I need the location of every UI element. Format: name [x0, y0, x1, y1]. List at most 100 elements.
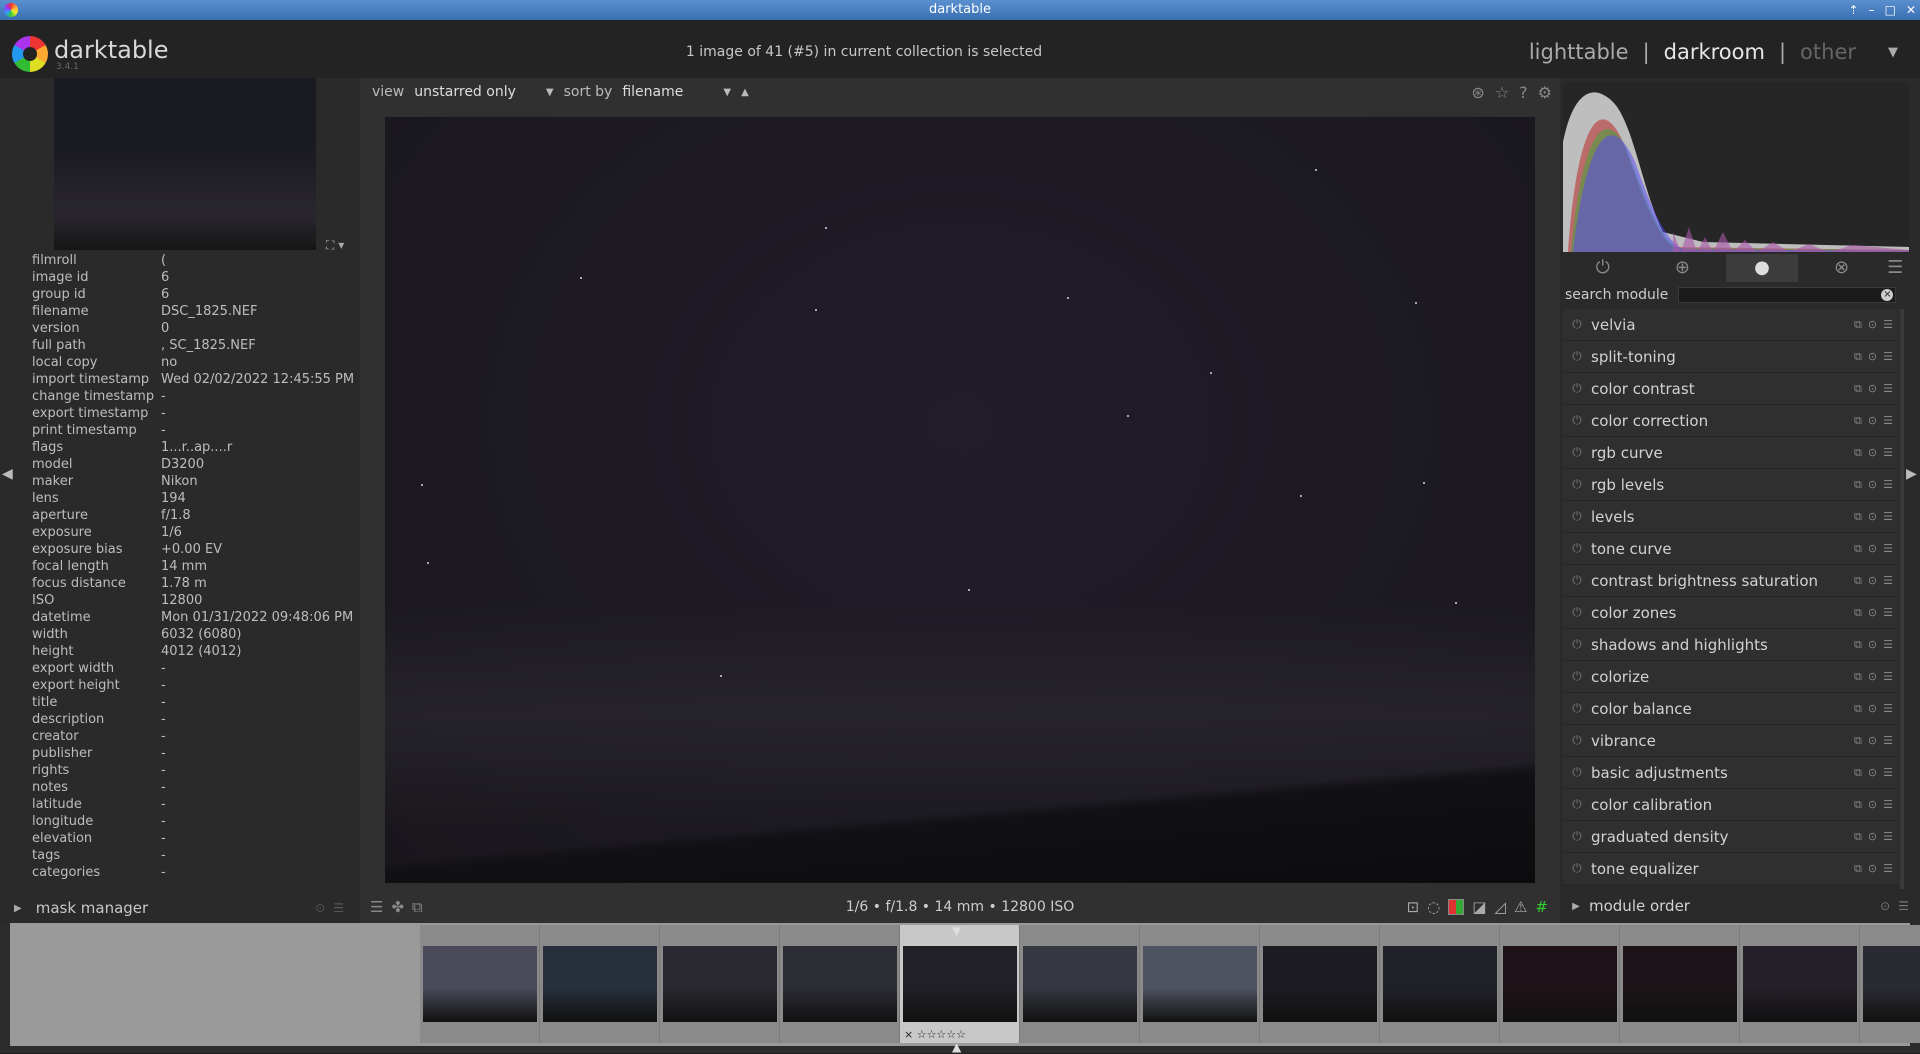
- module-vibrance[interactable]: ⏻vibrance⧉⊙☰: [1563, 725, 1899, 757]
- multi-instance-icon[interactable]: ⧉: [1854, 734, 1862, 748]
- reset-icon[interactable]: ⊙: [1868, 510, 1877, 524]
- filmstrip-thumbnail[interactable]: [660, 925, 780, 1043]
- multi-instance-icon[interactable]: ⧉: [1854, 414, 1862, 428]
- reset-icon[interactable]: ⊙: [1868, 830, 1877, 844]
- multi-instance-icon[interactable]: ⧉: [1854, 702, 1862, 716]
- filmstrip-thumbnail[interactable]: × ☆☆☆☆☆: [900, 925, 1020, 1043]
- presets-icon[interactable]: ☰: [1883, 766, 1893, 780]
- power-icon[interactable]: ⏻: [1563, 605, 1591, 620]
- search-module-input[interactable]: ×: [1678, 287, 1896, 303]
- filmstrip-thumbnail[interactable]: [1500, 925, 1620, 1043]
- view-lighttable[interactable]: lighttable: [1529, 40, 1629, 64]
- multi-instance-icon[interactable]: ⧉: [1854, 318, 1862, 332]
- module-color-correction[interactable]: ⏻color correction⧉⊙☰: [1563, 405, 1899, 437]
- presets-icon[interactable]: ☰: [1883, 382, 1893, 396]
- guides-icon[interactable]: #: [1535, 898, 1548, 916]
- clipping-icon[interactable]: ◌: [1427, 898, 1440, 916]
- module-rgb-curve[interactable]: ⏻rgb curve⧉⊙☰: [1563, 437, 1899, 469]
- filmstrip-thumbnail[interactable]: [1020, 925, 1140, 1043]
- dropdown-icon[interactable]: ▼: [546, 87, 554, 98]
- styles-icon[interactable]: ✤: [391, 898, 404, 916]
- gamut-check-icon[interactable]: ◿: [1494, 898, 1506, 916]
- module-rgb-levels[interactable]: ⏻rgb levels⧉⊙☰: [1563, 469, 1899, 501]
- power-icon[interactable]: ⏻: [1563, 541, 1591, 556]
- module-split-toning[interactable]: ⏻split-toning⧉⊙☰: [1563, 341, 1899, 373]
- reset-icon[interactable]: ⊙: [1868, 638, 1877, 652]
- reset-icon[interactable]: ⊙: [1868, 478, 1877, 492]
- presets-icon[interactable]: ☰: [1883, 798, 1893, 812]
- presets-icon[interactable]: ☰: [1883, 318, 1893, 332]
- power-icon[interactable]: ⏻: [1563, 637, 1591, 652]
- module-tone-curve[interactable]: ⏻tone curve⧉⊙☰: [1563, 533, 1899, 565]
- presets-icon[interactable]: ☰: [1883, 702, 1893, 716]
- multi-instance-icon[interactable]: ⧉: [1854, 350, 1862, 364]
- sort-order-icon[interactable]: ▲: [741, 87, 749, 98]
- presets-icon[interactable]: ☰: [1883, 542, 1893, 556]
- filmstrip-thumbnail[interactable]: [1620, 925, 1740, 1043]
- view-darkroom[interactable]: darkroom: [1664, 40, 1765, 64]
- reset-icon[interactable]: ⊙: [1868, 318, 1877, 332]
- module-basic-adjustments[interactable]: ⏻basic adjustments⧉⊙☰: [1563, 757, 1899, 789]
- multi-instance-icon[interactable]: ⧉: [1854, 382, 1862, 396]
- power-icon[interactable]: ⏻: [1563, 861, 1591, 876]
- reset-icon[interactable]: ⊙: [1868, 414, 1877, 428]
- second-window-icon[interactable]: ⧉: [412, 898, 423, 916]
- dropdown-icon[interactable]: ▼: [723, 87, 731, 98]
- multi-instance-icon[interactable]: ⧉: [1854, 670, 1862, 684]
- module-color-contrast[interactable]: ⏻color contrast⧉⊙☰: [1563, 373, 1899, 405]
- view-other[interactable]: other: [1800, 40, 1856, 64]
- power-icon[interactable]: ⏻: [1563, 733, 1591, 748]
- sort-select[interactable]: filename: [622, 84, 683, 100]
- multi-instance-icon[interactable]: ⧉: [1854, 638, 1862, 652]
- multi-instance-icon[interactable]: ⧉: [1854, 830, 1862, 844]
- multi-instance-icon[interactable]: ⧉: [1854, 574, 1862, 588]
- filmstrip-thumbnail[interactable]: [420, 925, 540, 1043]
- maximize-icon[interactable]: □: [1885, 0, 1896, 20]
- reset-icon[interactable]: ⊙: [1868, 734, 1877, 748]
- multi-instance-icon[interactable]: ⧉: [1854, 478, 1862, 492]
- collapse-right-icon[interactable]: ▶: [1906, 466, 1917, 482]
- filmstrip-thumbnail[interactable]: [1860, 925, 1920, 1043]
- filmstrip-thumbnail[interactable]: [1260, 925, 1380, 1043]
- module-colorize[interactable]: ⏻colorize⧉⊙☰: [1563, 661, 1899, 693]
- warning-icon[interactable]: ⚠: [1514, 898, 1527, 916]
- reset-icon[interactable]: ⊙: [1868, 766, 1877, 780]
- power-icon[interactable]: ⏻: [1563, 669, 1591, 684]
- power-icon[interactable]: ⏻: [1563, 413, 1591, 428]
- presets-icon[interactable]: ☰: [1883, 830, 1893, 844]
- multi-instance-icon[interactable]: ⧉: [1854, 798, 1862, 812]
- keep-above-icon[interactable]: ⇡: [1849, 0, 1859, 20]
- filmstrip-thumbnail[interactable]: [1140, 925, 1260, 1043]
- presets-icon[interactable]: ☰: [1883, 670, 1893, 684]
- collapse-left-icon[interactable]: ◀: [2, 466, 13, 482]
- base-group-icon[interactable]: ⊕: [1646, 254, 1718, 282]
- presets-icon[interactable]: ☰: [1898, 899, 1909, 913]
- grouping-icon[interactable]: ⊛: [1471, 83, 1484, 102]
- power-icon[interactable]: ⏻: [1563, 797, 1591, 812]
- power-icon[interactable]: ⏻: [1563, 829, 1591, 844]
- presets-icon[interactable]: ☰: [1883, 478, 1893, 492]
- module-shadows-and-highlights[interactable]: ⏻shadows and highlights⧉⊙☰: [1563, 629, 1899, 661]
- quick-access-icon[interactable]: ☰: [370, 898, 383, 916]
- reset-icon[interactable]: ⊙: [1868, 606, 1877, 620]
- views-dropdown-icon[interactable]: ▼: [1888, 45, 1898, 60]
- power-icon[interactable]: ⏻: [1563, 317, 1591, 332]
- module-graduated-density[interactable]: ⏻graduated density⧉⊙☰: [1563, 821, 1899, 853]
- filmstrip-thumbnail[interactable]: [1740, 925, 1860, 1043]
- power-icon[interactable]: ⏻: [1563, 573, 1591, 588]
- reset-icon[interactable]: ⊙: [1868, 702, 1877, 716]
- reset-icon[interactable]: ⊙: [1868, 446, 1877, 460]
- view-filter-select[interactable]: unstarred only: [414, 84, 516, 100]
- presets-icon[interactable]: ☰: [1883, 862, 1893, 876]
- reset-icon[interactable]: ⊙: [1868, 574, 1877, 588]
- power-icon[interactable]: ⏻: [1563, 765, 1591, 780]
- reset-icon[interactable]: ⊙: [1868, 542, 1877, 556]
- power-icon[interactable]: ⏻: [1563, 701, 1591, 716]
- module-order-header[interactable]: ▶ module order ⊙☰: [1563, 893, 1909, 919]
- softproof-icon[interactable]: ◪: [1472, 898, 1486, 916]
- module-color-zones[interactable]: ⏻color zones⧉⊙☰: [1563, 597, 1899, 629]
- reset-icon[interactable]: ⊙: [1868, 670, 1877, 684]
- help-icon[interactable]: ?: [1519, 83, 1528, 102]
- module-color-calibration[interactable]: ⏻color calibration⧉⊙☰: [1563, 789, 1899, 821]
- multi-instance-icon[interactable]: ⧉: [1854, 542, 1862, 556]
